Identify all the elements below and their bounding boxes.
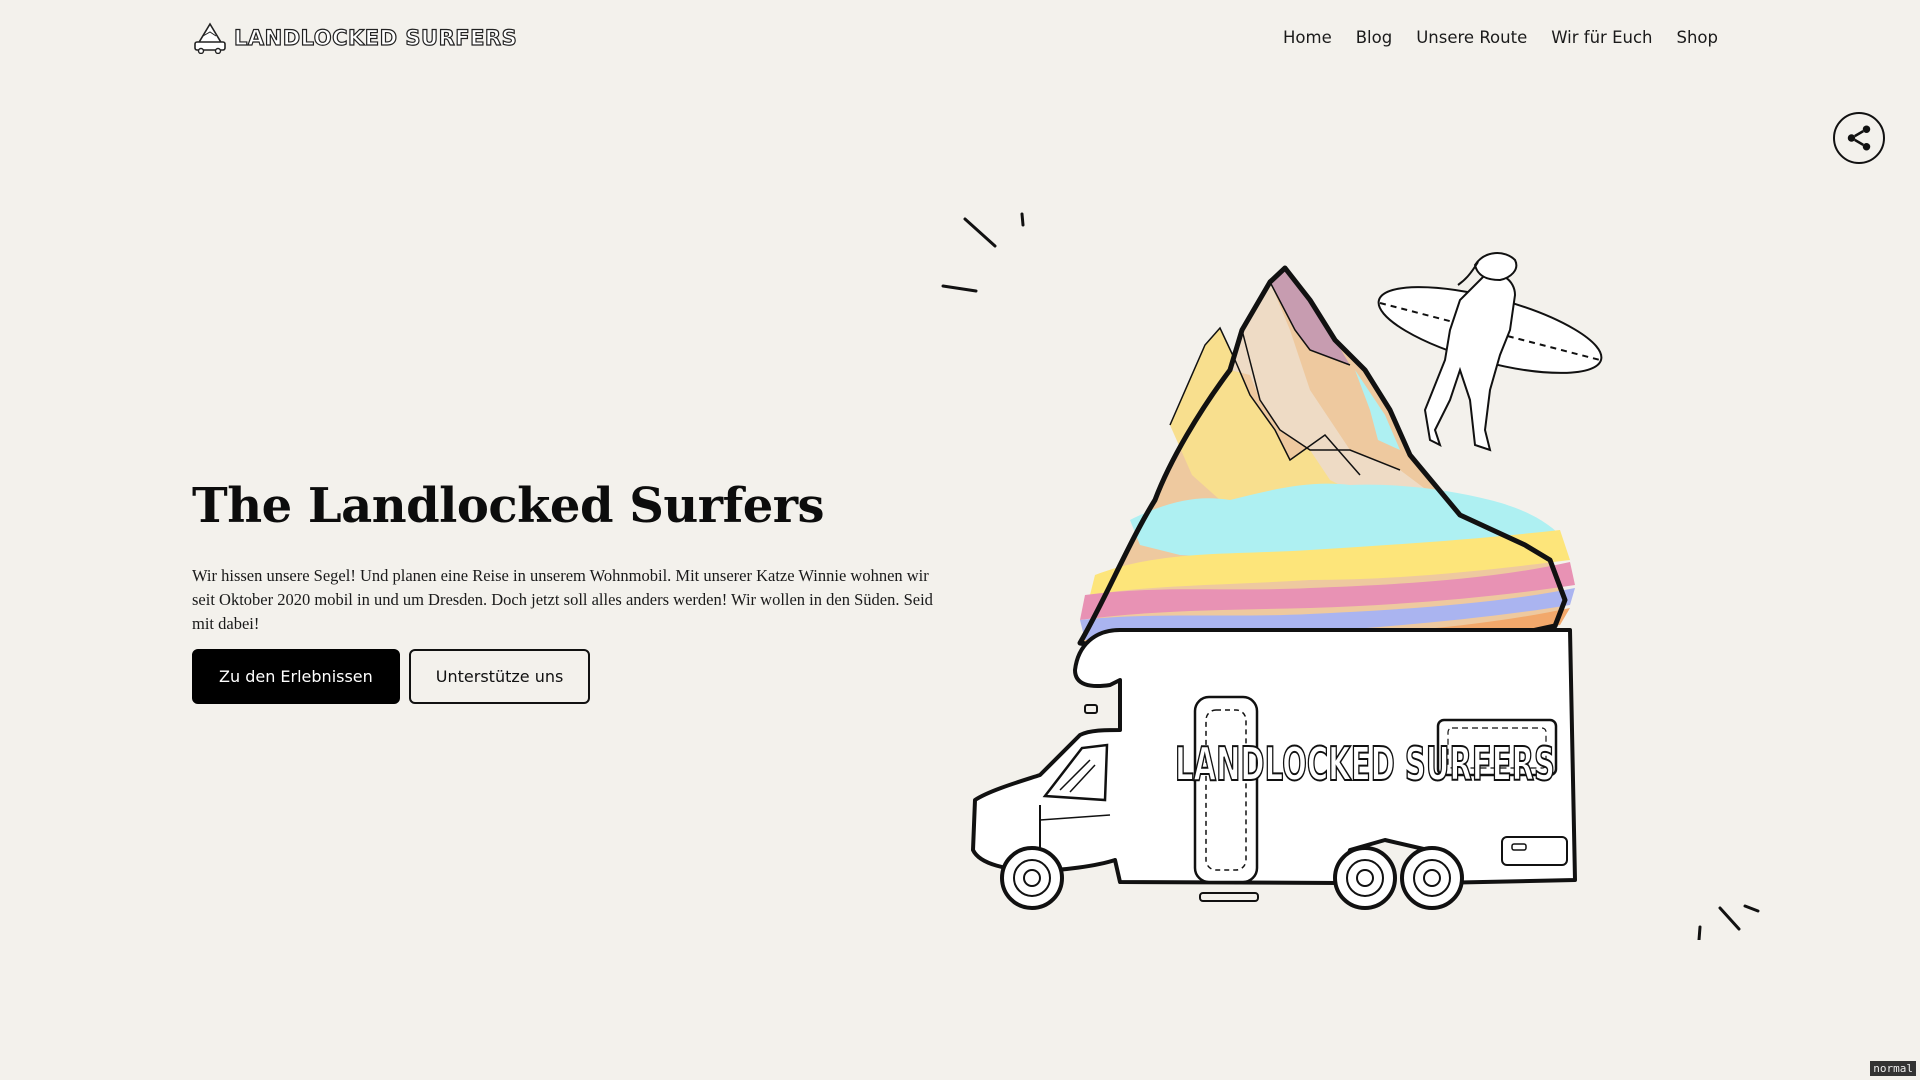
surfer-drawing bbox=[1377, 252, 1603, 452]
hero-title: The Landlocked Surfers bbox=[192, 478, 825, 534]
nav-blog[interactable]: Blog bbox=[1356, 28, 1392, 47]
logo-van-icon bbox=[194, 22, 226, 54]
hero-illustration: LANDLOCKED SURFERS bbox=[941, 212, 1760, 940]
camper-van-drawing: LANDLOCKED SURFERS bbox=[971, 628, 1577, 910]
share-button[interactable] bbox=[1833, 112, 1885, 164]
nav-shop[interactable]: Shop bbox=[1677, 28, 1719, 47]
share-icon bbox=[1847, 125, 1871, 151]
hero-buttons: Zu den Erlebnissen Unterstütze uns bbox=[192, 649, 591, 704]
nav-home[interactable]: Home bbox=[1283, 28, 1332, 47]
main-nav: Home Blog Unsere Route Wir für Euch Shop bbox=[1283, 28, 1718, 47]
mode-indicator: normal bbox=[1870, 1061, 1916, 1076]
nav-unsere-route[interactable]: Unsere Route bbox=[1416, 28, 1527, 47]
site-logo[interactable]: LANDLOCKED SURFERS bbox=[192, 22, 517, 54]
experiences-button[interactable]: Zu den Erlebnissen bbox=[192, 649, 400, 704]
van-lettering: LANDLOCKED SURFERS bbox=[1175, 737, 1555, 791]
site-header: LANDLOCKED SURFERS Home Blog Unsere Rout… bbox=[192, 18, 1718, 66]
support-button[interactable]: Unterstütze uns bbox=[408, 649, 591, 704]
nav-wir-fuer-euch[interactable]: Wir für Euch bbox=[1551, 28, 1652, 47]
logo-text: LANDLOCKED SURFERS bbox=[233, 25, 518, 50]
hero-description: Wir hissen unsere Segel! Und planen eine… bbox=[192, 566, 933, 633]
